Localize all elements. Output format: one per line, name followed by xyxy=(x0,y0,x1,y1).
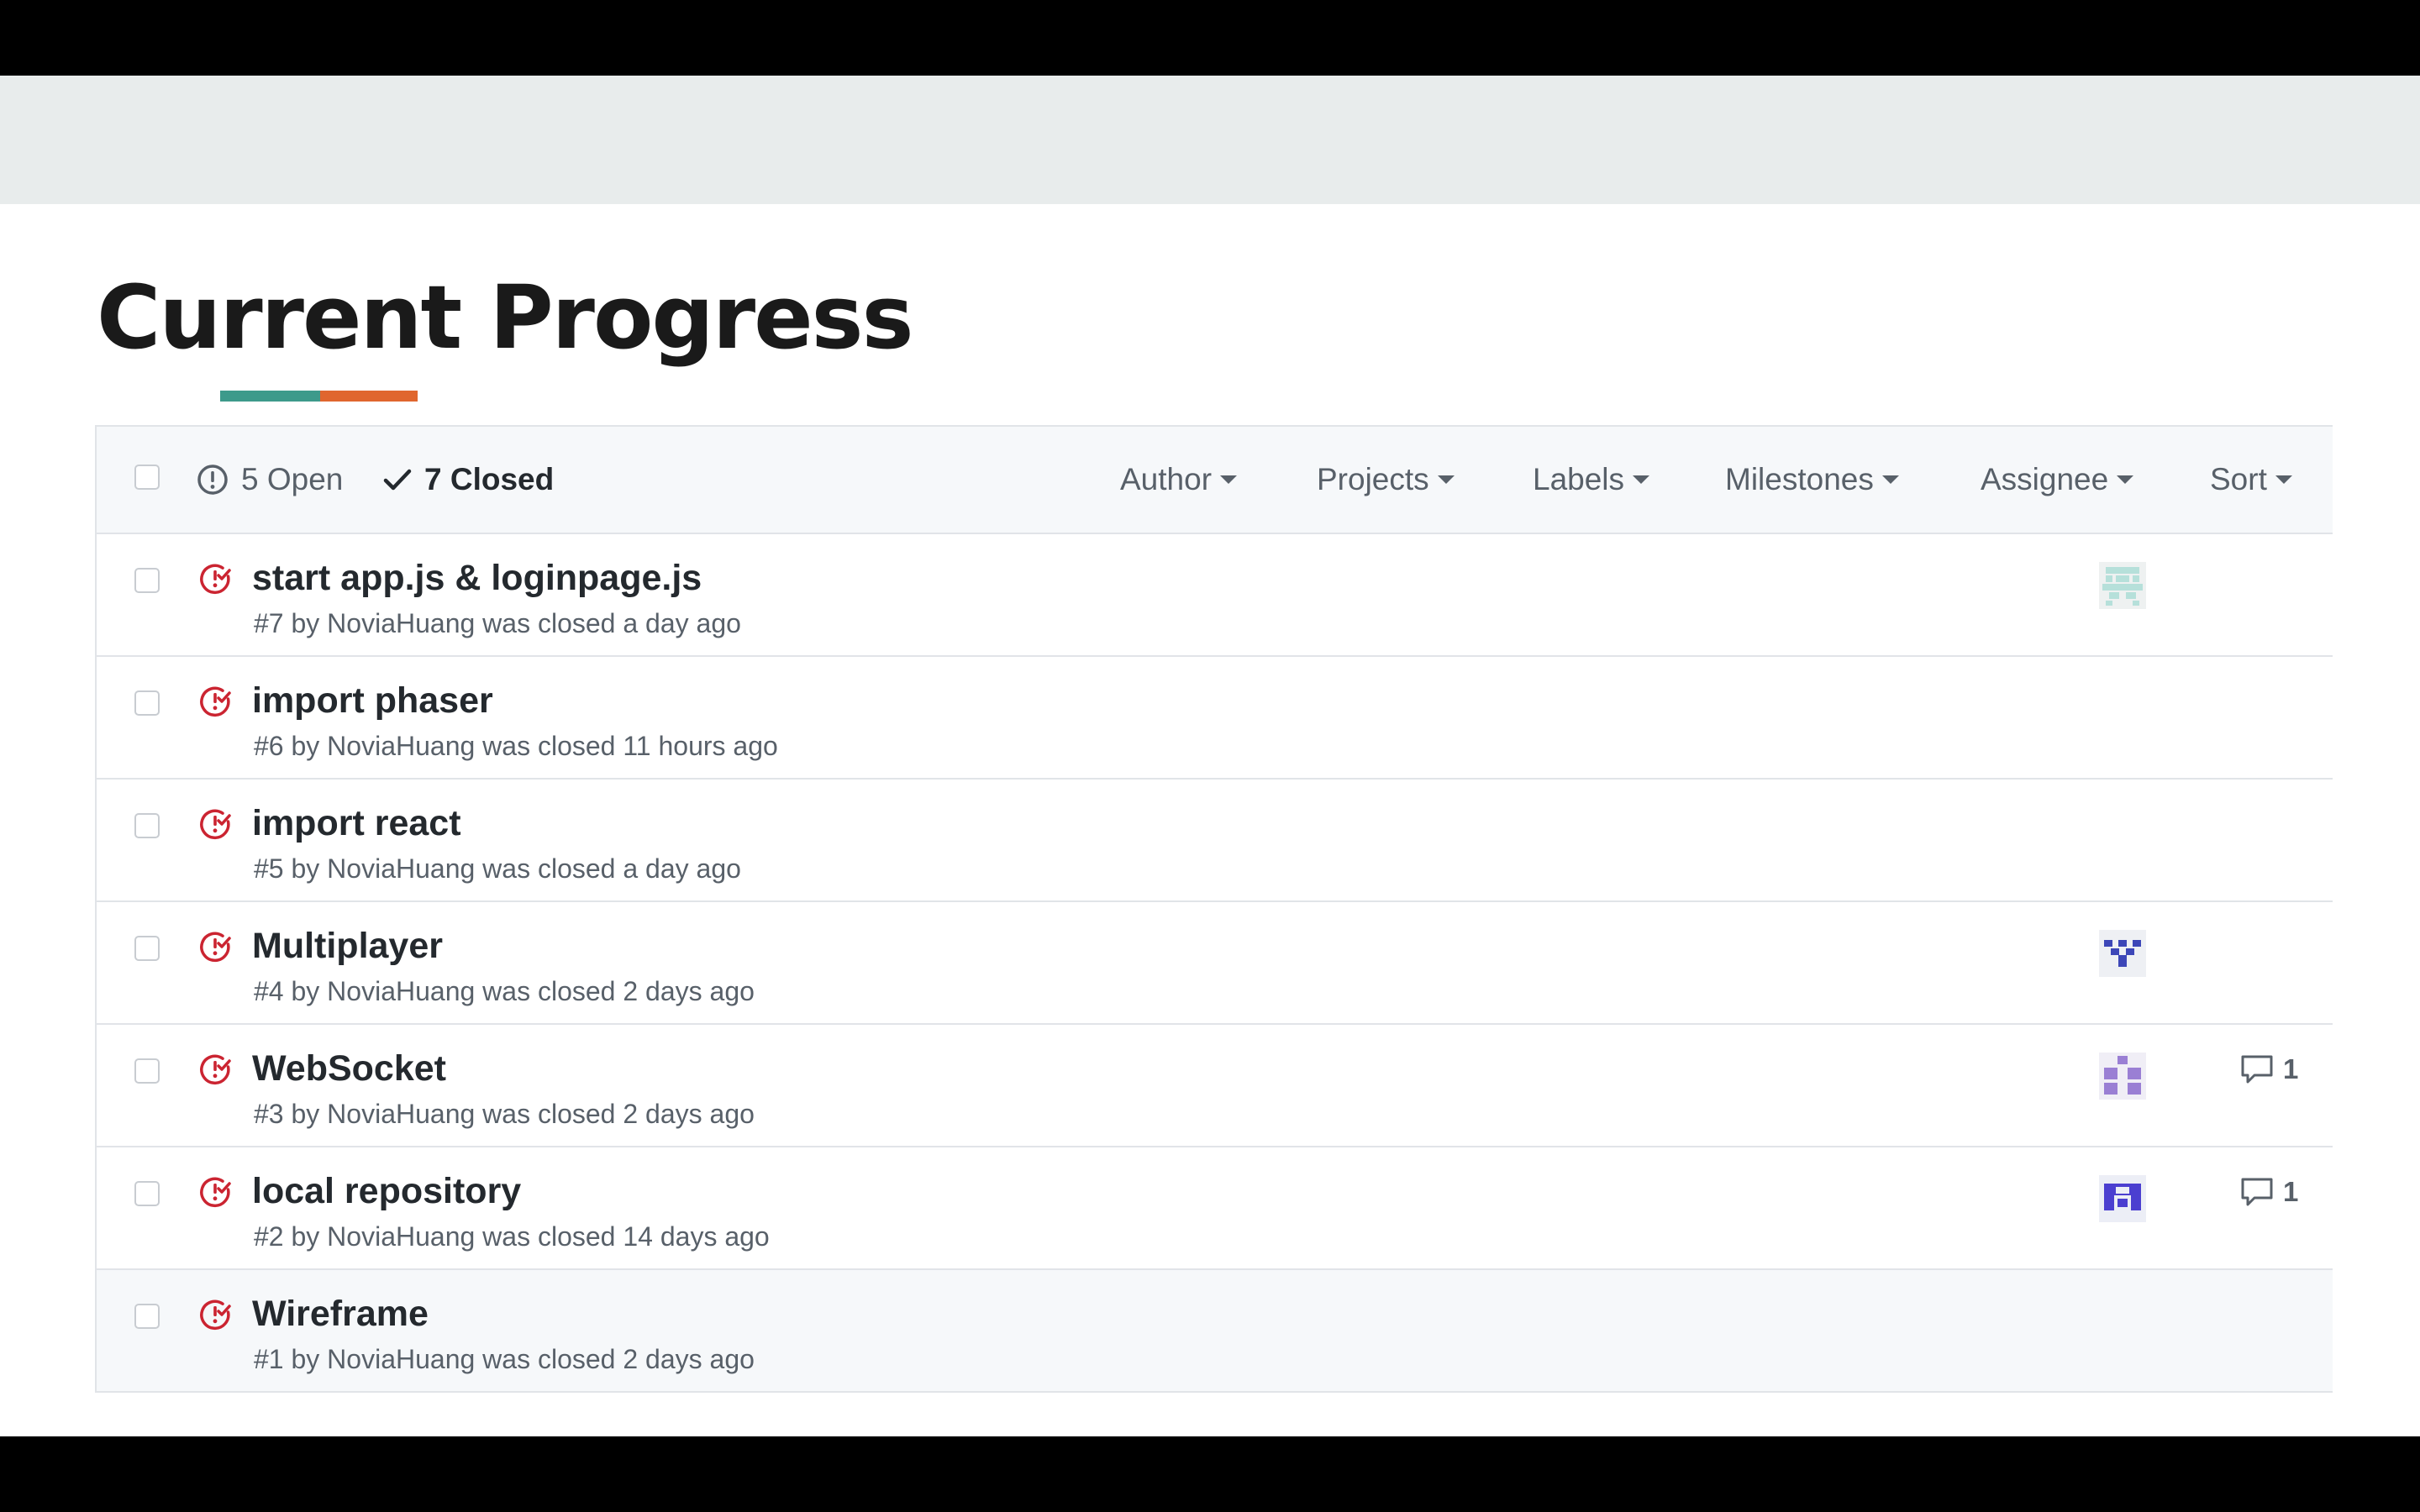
comments-link[interactable]: 1 xyxy=(2239,1053,2298,1085)
comment-count: 1 xyxy=(2283,1053,2299,1084)
issue-meta: #5 by NoviaHuang was closed a day ago xyxy=(254,853,741,884)
issue-row: start app.js & loginpage.js #7 by NoviaH… xyxy=(97,534,2333,657)
issue-row: Wireframe #1 by NoviaHuang was closed 2 … xyxy=(97,1270,2333,1393)
issue-checkbox[interactable] xyxy=(134,1181,160,1206)
comment-icon xyxy=(2241,1055,2273,1084)
issue-closed-icon xyxy=(200,686,231,717)
issue-meta: #2 by NoviaHuang was closed 14 days ago xyxy=(254,1221,770,1252)
issue-row: import react #5 by NoviaHuang was closed… xyxy=(97,780,2333,902)
issue-checkbox[interactable] xyxy=(134,1058,160,1084)
issue-meta: #7 by NoviaHuang was closed a day ago xyxy=(254,608,741,638)
issue-title-link[interactable]: start app.js & loginpage.js xyxy=(252,554,702,601)
issue-checkbox[interactable] xyxy=(134,568,160,593)
issue-checkbox[interactable] xyxy=(134,813,160,838)
issue-title-link[interactable]: import phaser xyxy=(252,677,493,724)
issues-panel: 5 Open 7 Closed Author Projects Labels M… xyxy=(95,425,2333,1393)
assignee-filter-label: Assignee xyxy=(1981,462,2109,496)
caret-down-icon xyxy=(1220,475,1238,484)
issue-title-link[interactable]: local repository xyxy=(252,1168,521,1215)
caret-down-icon xyxy=(2275,475,2292,484)
issue-closed-icon xyxy=(200,809,231,840)
filter-bar: Author Projects Labels Milestones Assign… xyxy=(97,460,2333,499)
issue-row: import phaser #6 by NoviaHuang was close… xyxy=(97,657,2333,780)
issue-closed-icon xyxy=(200,1054,231,1085)
comment-icon xyxy=(2241,1178,2273,1206)
assignee-avatar[interactable] xyxy=(2099,1053,2146,1100)
issue-checkbox[interactable] xyxy=(134,936,160,961)
issue-closed-icon xyxy=(200,1299,231,1331)
projects-filter-dropdown[interactable]: Projects xyxy=(1317,460,1455,499)
assignee-avatar[interactable] xyxy=(2099,1175,2146,1222)
issue-meta: #6 by NoviaHuang was closed 11 hours ago xyxy=(254,731,778,761)
projects-filter-label: Projects xyxy=(1317,462,1429,496)
issue-closed-icon xyxy=(200,932,231,963)
bottom-letterbox xyxy=(0,1436,2420,1512)
issue-title-link[interactable]: import react xyxy=(252,800,461,847)
labels-filter-label: Labels xyxy=(1533,462,1625,496)
issue-title-link[interactable]: Multiplayer xyxy=(252,922,443,969)
issue-row: Multiplayer #4 by NoviaHuang was closed … xyxy=(97,902,2333,1025)
issue-meta: #1 by NoviaHuang was closed 2 days ago xyxy=(254,1344,755,1374)
comment-count: 1 xyxy=(2283,1176,2299,1207)
author-filter-label: Author xyxy=(1120,462,1213,496)
caret-down-icon xyxy=(1633,475,1650,484)
issue-row: WebSocket #3 by NoviaHuang was closed 2 … xyxy=(97,1025,2333,1147)
milestones-filter-label: Milestones xyxy=(1725,462,1874,496)
slide-title: Current Progress xyxy=(97,266,913,369)
title-underline-orange xyxy=(320,391,418,402)
caret-down-icon xyxy=(1881,475,1899,484)
issue-title-link[interactable]: Wireframe xyxy=(252,1290,429,1337)
assignee-avatar[interactable] xyxy=(2099,562,2146,609)
top-letterbox xyxy=(0,0,2420,76)
issue-meta: #3 by NoviaHuang was closed 2 days ago xyxy=(254,1099,755,1129)
issue-title-link[interactable]: WebSocket xyxy=(252,1045,446,1092)
issue-checkbox[interactable] xyxy=(134,1304,160,1329)
assignee-avatar[interactable] xyxy=(2099,930,2146,977)
sort-label: Sort xyxy=(2210,462,2267,496)
milestones-filter-dropdown[interactable]: Milestones xyxy=(1725,460,1899,499)
title-underline-teal xyxy=(220,391,320,402)
issue-closed-icon xyxy=(200,564,231,595)
assignee-filter-dropdown[interactable]: Assignee xyxy=(1981,460,2134,499)
issue-checkbox[interactable] xyxy=(134,690,160,716)
issue-row: local repository #2 by NoviaHuang was cl… xyxy=(97,1147,2333,1270)
issue-closed-icon xyxy=(200,1177,231,1208)
caret-down-icon xyxy=(1437,475,1455,484)
comments-link[interactable]: 1 xyxy=(2239,1176,2298,1208)
sort-dropdown[interactable]: Sort xyxy=(2210,460,2292,499)
issues-panel-header: 5 Open 7 Closed Author Projects Labels M… xyxy=(97,427,2333,534)
author-filter-dropdown[interactable]: Author xyxy=(1120,460,1238,499)
slide-header-band xyxy=(0,76,2420,204)
labels-filter-dropdown[interactable]: Labels xyxy=(1533,460,1650,499)
issue-meta: #4 by NoviaHuang was closed 2 days ago xyxy=(254,976,755,1006)
caret-down-icon xyxy=(2117,475,2134,484)
